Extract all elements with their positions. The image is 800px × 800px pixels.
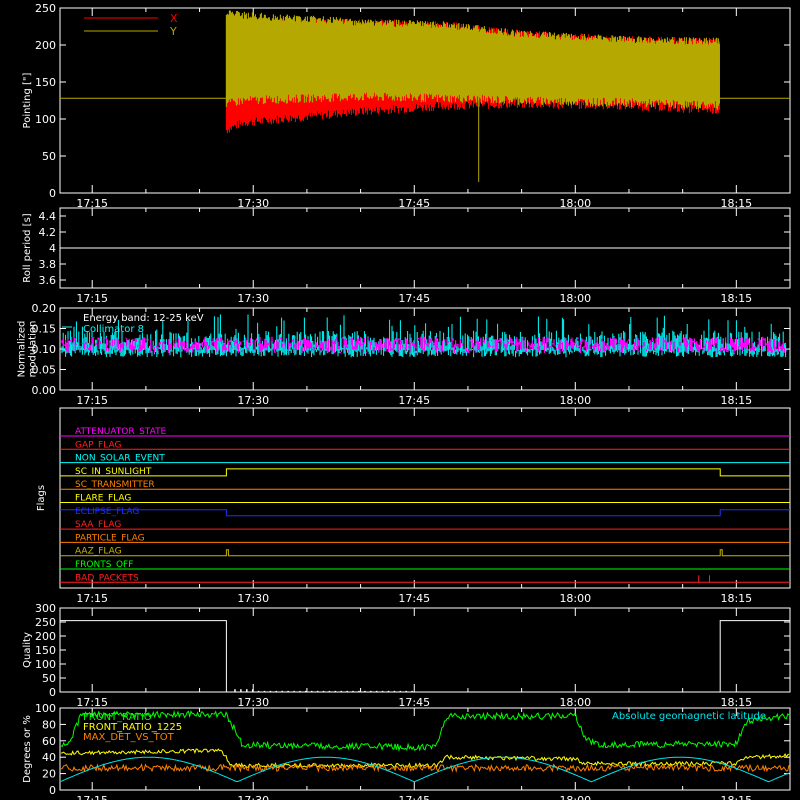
y-tick-label: 150 bbox=[35, 644, 56, 657]
y-axis-label: Quality bbox=[22, 632, 33, 668]
y-axis-label: Normalized bbox=[17, 321, 28, 378]
y-tick-label: 250 bbox=[35, 2, 56, 15]
x-tick-label: 18:00 bbox=[559, 696, 591, 709]
y-tick-label: 50 bbox=[42, 672, 56, 685]
x-tick-label: 17:30 bbox=[237, 794, 269, 800]
y-tick-label: 4 bbox=[49, 242, 56, 255]
x-tick-label: 17:45 bbox=[398, 794, 430, 800]
x-tick-label: 18:15 bbox=[720, 794, 752, 800]
y-axis-label: modulation bbox=[28, 321, 39, 378]
x-tick-label: 17:15 bbox=[76, 292, 108, 305]
legend-y-label: Y bbox=[169, 25, 177, 38]
x-tick-label: 17:15 bbox=[76, 592, 108, 605]
y-tick-label: 200 bbox=[35, 630, 56, 643]
y-tick-label: 3.6 bbox=[39, 274, 57, 287]
y-tick-label: 300 bbox=[35, 602, 56, 615]
x-tick-label: 17:15 bbox=[76, 696, 108, 709]
x-tick-label: 17:30 bbox=[237, 292, 269, 305]
y-tick-label: 250 bbox=[35, 616, 56, 629]
y-tick-label: 50 bbox=[42, 150, 56, 163]
collimator-legend-label: Collimator 8 bbox=[83, 324, 144, 335]
x-tick-label: 17:15 bbox=[76, 394, 108, 407]
y-tick-label: 200 bbox=[35, 39, 56, 52]
x-tick-label: 18:00 bbox=[559, 292, 591, 305]
y-tick-label: 100 bbox=[35, 113, 56, 126]
x-tick-label: 18:15 bbox=[720, 592, 752, 605]
figure: 05010015020025017:15 17:30 17:45 18:00 18:15… bbox=[0, 0, 800, 800]
x-tick-label: 17:45 bbox=[398, 592, 430, 605]
y-tick-label: 100 bbox=[35, 658, 56, 671]
x-tick-label: 17:30 bbox=[237, 696, 269, 709]
legend-x-label: X bbox=[170, 12, 178, 25]
y-axis-label: Pointing ["] bbox=[22, 72, 33, 128]
y-tick-label: 0 bbox=[49, 187, 56, 200]
y-tick-label: 0.20 bbox=[32, 302, 57, 315]
y-tick-label: 4.2 bbox=[39, 226, 57, 239]
energy-band-annotation: Energy band: 12-25 keV bbox=[83, 313, 204, 324]
x-tick-label: 18:15 bbox=[720, 292, 752, 305]
x-tick-label: 17:15 bbox=[76, 794, 108, 800]
y-tick-label: 0 bbox=[49, 784, 56, 797]
x-tick-label: 18:00 bbox=[559, 394, 591, 407]
y-axis-label: Roll period [s] bbox=[22, 213, 33, 282]
y-tick-label: 60 bbox=[42, 735, 56, 748]
flags-axis-label: Flags bbox=[36, 485, 47, 511]
x-tick-label: 18:00 bbox=[559, 592, 591, 605]
y-tick-label: 40 bbox=[42, 751, 56, 764]
y-tick-label: 80 bbox=[42, 718, 56, 731]
y-tick-label: 20 bbox=[42, 768, 56, 781]
x-tick-label: 18:00 bbox=[559, 794, 591, 800]
x-tick-label: 17:45 bbox=[398, 292, 430, 305]
x-tick-label: 17:30 bbox=[237, 394, 269, 407]
geomagnetic-latitude-annotation: Absolute geomagnetic latitude bbox=[612, 711, 766, 722]
x-tick-label: 18:15 bbox=[720, 394, 752, 407]
y-tick-label: 0 bbox=[49, 686, 56, 699]
y-tick-label: 100 bbox=[35, 702, 56, 715]
x-tick-label: 17:30 bbox=[237, 592, 269, 605]
y-tick-label: 4.4 bbox=[39, 210, 57, 223]
flag-eclipse-flag-label: ECLIPSE_FLAG bbox=[75, 507, 139, 517]
y-tick-label: 3.8 bbox=[39, 258, 57, 271]
y-axis-label: Degrees or % bbox=[22, 715, 33, 783]
x-tick-label: 18:15 bbox=[720, 696, 752, 709]
y-tick-label: 150 bbox=[35, 76, 56, 89]
x-tick-label: 17:45 bbox=[398, 696, 430, 709]
max-det-vs-tot-legend: MAX_DET_VS_TOT bbox=[83, 732, 175, 743]
y-tick-label: 0.00 bbox=[32, 384, 57, 397]
x-tick-label: 17:45 bbox=[398, 394, 430, 407]
